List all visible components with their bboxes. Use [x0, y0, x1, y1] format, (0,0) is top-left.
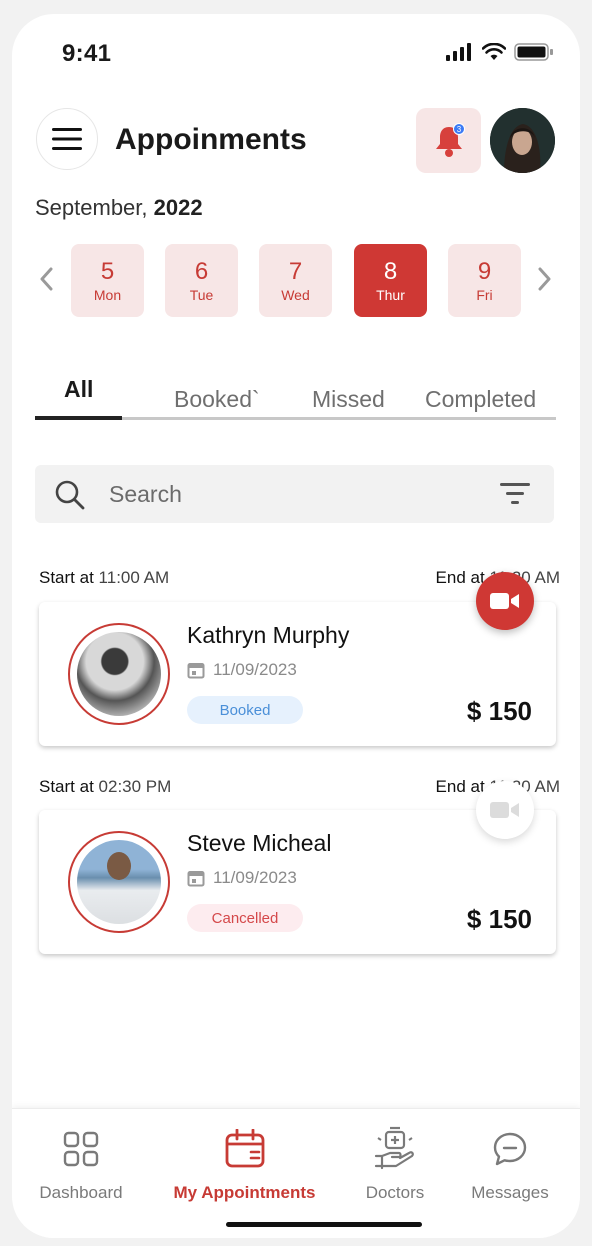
appointment-date: 11/09/2023	[187, 660, 297, 680]
bottom-nav: Dashboard My Appointments Doctors Messag…	[12, 1108, 580, 1238]
menu-button[interactable]	[36, 108, 98, 170]
hamburger-icon	[52, 128, 82, 150]
search-icon	[54, 479, 86, 516]
phone-screen: 9:41 Appoinments 3 September, 2022 5 Mon…	[12, 14, 580, 1238]
battery-icon	[514, 43, 553, 61]
nav-label: Doctors	[365, 1183, 425, 1202]
date-day: Thur	[376, 286, 405, 303]
date-number: 6	[194, 257, 209, 285]
status-time: 9:41	[62, 40, 112, 67]
appointment-date-text: 11/09/2023	[213, 660, 297, 679]
calendar-small-icon	[187, 663, 205, 679]
signal-icon	[446, 43, 471, 61]
start-label: Start at	[39, 568, 94, 587]
video-call-button[interactable]	[476, 781, 534, 839]
start-time: Start at 02:30 PM	[39, 777, 171, 797]
tab-missed[interactable]: Missed	[312, 386, 385, 413]
video-camera-icon	[490, 593, 519, 609]
user-avatar[interactable]	[490, 108, 555, 173]
video-camera-icon	[490, 802, 519, 818]
month-label: September, 2022	[35, 195, 203, 221]
avatar-image	[490, 108, 555, 173]
chevron-right-icon	[538, 267, 551, 291]
nav-dashboard[interactable]: Dashboard	[12, 1125, 151, 1203]
prev-date-button[interactable]	[34, 264, 58, 294]
patient-photo	[77, 840, 161, 924]
patient-avatar	[68, 623, 170, 725]
tab-booked[interactable]: Booked`	[174, 386, 260, 413]
date-day: Fri	[476, 286, 493, 303]
date-card-5[interactable]: 5 Mon	[71, 244, 144, 317]
nav-my-appointments[interactable]: My Appointments	[167, 1125, 322, 1203]
month-name: September,	[35, 195, 148, 220]
search-input[interactable]	[109, 465, 489, 523]
appointment-card[interactable]: Steve Micheal 11/09/2023 Cancelled $ 150	[39, 810, 556, 954]
status-badge: Cancelled	[187, 904, 303, 932]
patient-name: Kathryn Murphy	[187, 622, 350, 648]
appointment-price: $ 150	[466, 904, 532, 934]
notification-badge: 3	[453, 123, 465, 135]
year-label: 2022	[153, 195, 203, 220]
date-card-6[interactable]: 6 Tue	[165, 244, 238, 317]
patient-avatar	[68, 831, 170, 933]
appointment-price: $ 150	[466, 696, 532, 726]
grid-icon	[12, 1125, 151, 1173]
page-title: Appoinments	[115, 123, 307, 156]
date-card-9[interactable]: 9 Fri	[448, 244, 521, 317]
appointment-card[interactable]: Kathryn Murphy 11/09/2023 Booked $ 150	[39, 602, 556, 746]
date-card-8-selected[interactable]: 8 Thur	[354, 244, 427, 317]
start-label: Start at	[39, 777, 94, 796]
notification-button[interactable]: 3	[416, 108, 481, 173]
nav-messages[interactable]: Messages	[440, 1125, 580, 1203]
appointment-date-text: 11/09/2023	[213, 868, 297, 887]
start-time: Start at 11:00 AM	[39, 568, 169, 588]
appointment-date: 11/09/2023	[187, 868, 297, 888]
date-number: 7	[288, 257, 303, 285]
date-day: Wed	[281, 286, 310, 303]
date-number: 5	[100, 257, 115, 285]
nav-label: My Appointments	[173, 1183, 316, 1202]
calendar-small-icon	[187, 871, 205, 887]
calendar-icon	[167, 1125, 322, 1173]
end-label: End at	[435, 568, 485, 587]
end-label: End at	[435, 777, 485, 796]
date-day: Mon	[93, 286, 122, 303]
search-bar	[35, 465, 554, 523]
home-indicator	[226, 1222, 422, 1227]
status-badge: Booked	[187, 696, 303, 724]
chat-icon	[440, 1125, 580, 1173]
next-date-button[interactable]	[533, 264, 557, 294]
tab-completed[interactable]: Completed	[425, 386, 536, 413]
video-call-button[interactable]	[476, 572, 534, 630]
chevron-left-icon	[40, 267, 53, 291]
nav-label: Dashboard	[39, 1183, 123, 1202]
wifi-icon	[482, 43, 506, 60]
patient-name: Steve Micheal	[187, 830, 332, 856]
status-icons	[446, 42, 554, 62]
date-day: Tue	[189, 286, 214, 303]
nav-label: Messages	[471, 1183, 549, 1202]
filter-icon[interactable]	[500, 483, 530, 510]
patient-photo	[77, 632, 161, 716]
date-number: 9	[477, 257, 492, 285]
tab-all[interactable]: All	[64, 376, 93, 403]
date-card-7[interactable]: 7 Wed	[259, 244, 332, 317]
date-number: 8	[383, 257, 398, 285]
tab-indicator	[35, 416, 122, 420]
start-time-value: 02:30 PM	[98, 777, 172, 796]
start-time-value: 11:00 AM	[98, 568, 170, 587]
